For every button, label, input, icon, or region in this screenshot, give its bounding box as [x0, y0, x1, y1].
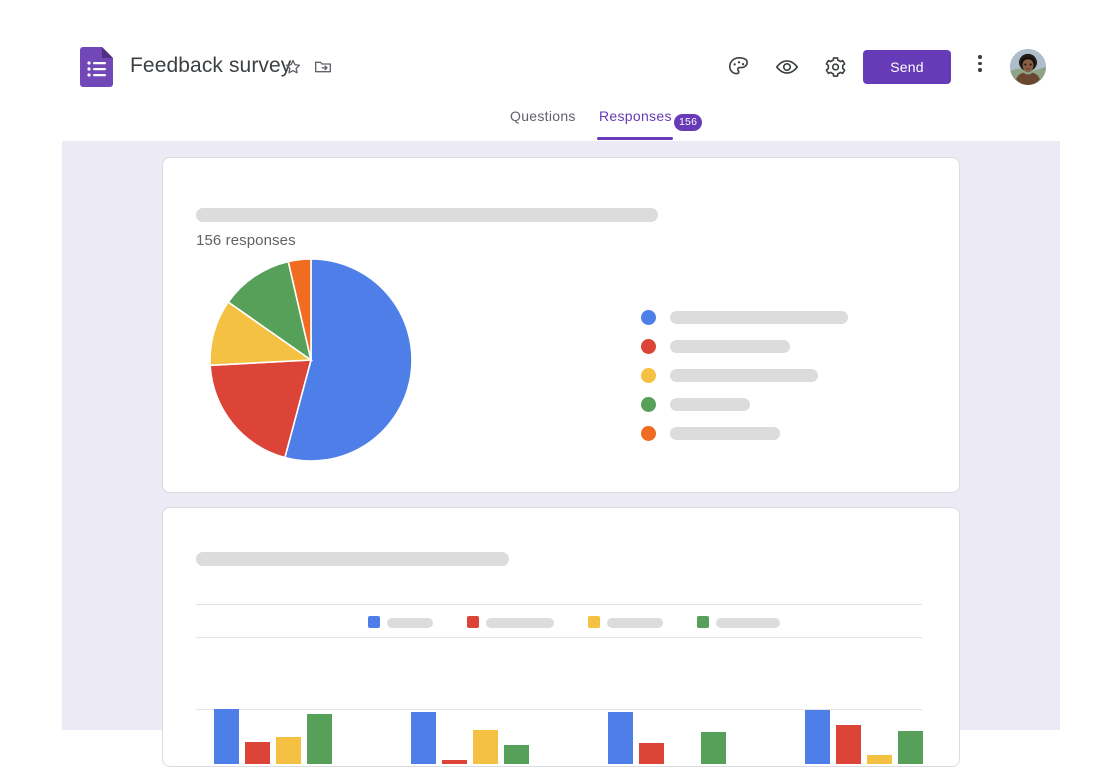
bar-legend-label-redacted — [607, 618, 663, 628]
responses-count-badge: 156 — [674, 114, 702, 131]
bar-column — [867, 755, 892, 764]
document-title[interactable]: Feedback survey — [130, 54, 291, 78]
bar-column — [473, 730, 498, 764]
response-count-label: 156 responses — [196, 232, 296, 249]
pie-legend-row — [641, 422, 901, 451]
bar-legend-swatch — [467, 616, 479, 628]
bar-column — [836, 725, 861, 764]
eye-preview-icon[interactable] — [774, 54, 800, 80]
tab-active-indicator — [597, 137, 673, 140]
bar-column — [639, 743, 664, 764]
bar-question-card — [162, 507, 960, 767]
tab-questions[interactable]: Questions — [510, 108, 576, 124]
bar-legend-item — [467, 615, 554, 631]
gridline-top — [196, 604, 922, 605]
bar-legend-label-redacted — [387, 618, 433, 628]
pie-legend-label-redacted — [670, 398, 750, 411]
pie-question-card: 156 responses — [162, 157, 960, 493]
more-vertical-icon[interactable] — [971, 55, 989, 79]
bar-column — [276, 737, 301, 764]
gear-settings-icon[interactable] — [822, 54, 848, 80]
pie-legend — [641, 306, 901, 451]
pie-legend-color-dot — [641, 339, 656, 354]
bar-column — [504, 745, 529, 764]
bar-column — [608, 712, 633, 764]
bar-legend-label-redacted — [716, 618, 780, 628]
pie-legend-color-dot — [641, 426, 656, 441]
bar-column — [805, 710, 830, 764]
responses-page-body: 156 responses — [62, 141, 1060, 730]
response-tabs: Questions Responses — [0, 108, 1120, 142]
avatar[interactable] — [1010, 49, 1046, 85]
bar-legend-swatch — [588, 616, 600, 628]
bar-column — [307, 714, 332, 764]
google-forms-icon — [80, 47, 113, 87]
pie-legend-row — [641, 306, 901, 335]
bar-column — [442, 760, 467, 764]
pie-legend-label-redacted — [670, 427, 780, 440]
bar-column — [701, 732, 726, 764]
bar-legend-item — [697, 615, 780, 631]
pie-question-title-redacted — [196, 208, 658, 222]
bar-legend-swatch — [368, 616, 380, 628]
pie-legend-color-dot — [641, 368, 656, 383]
send-button[interactable]: Send — [863, 50, 951, 84]
app-header: Feedback survey Send — [0, 0, 1120, 108]
bar-question-title-redacted — [196, 552, 509, 566]
pie-legend-row — [641, 364, 901, 393]
pie-legend-row — [641, 393, 901, 422]
pie-chart — [209, 258, 413, 462]
bar-legend-swatch — [697, 616, 709, 628]
move-to-folder-icon[interactable] — [313, 57, 333, 77]
pie-legend-label-redacted — [670, 369, 818, 382]
bar-legend-item — [368, 615, 433, 631]
pie-legend-row — [641, 335, 901, 364]
gridline-legend-bottom — [196, 637, 922, 638]
tab-responses[interactable]: Responses — [599, 108, 672, 124]
bar-legend-item — [588, 615, 663, 631]
star-icon[interactable] — [283, 57, 303, 77]
bar-legend-label-redacted — [486, 618, 554, 628]
pie-legend-label-redacted — [670, 311, 848, 324]
bar-column — [245, 742, 270, 764]
bar-column — [898, 731, 923, 764]
pie-legend-label-redacted — [670, 340, 790, 353]
bar-chart — [196, 604, 922, 764]
bar-column — [411, 712, 436, 764]
pie-legend-color-dot — [641, 310, 656, 325]
pie-legend-color-dot — [641, 397, 656, 412]
bar-column — [214, 709, 239, 764]
palette-icon[interactable] — [726, 54, 752, 80]
